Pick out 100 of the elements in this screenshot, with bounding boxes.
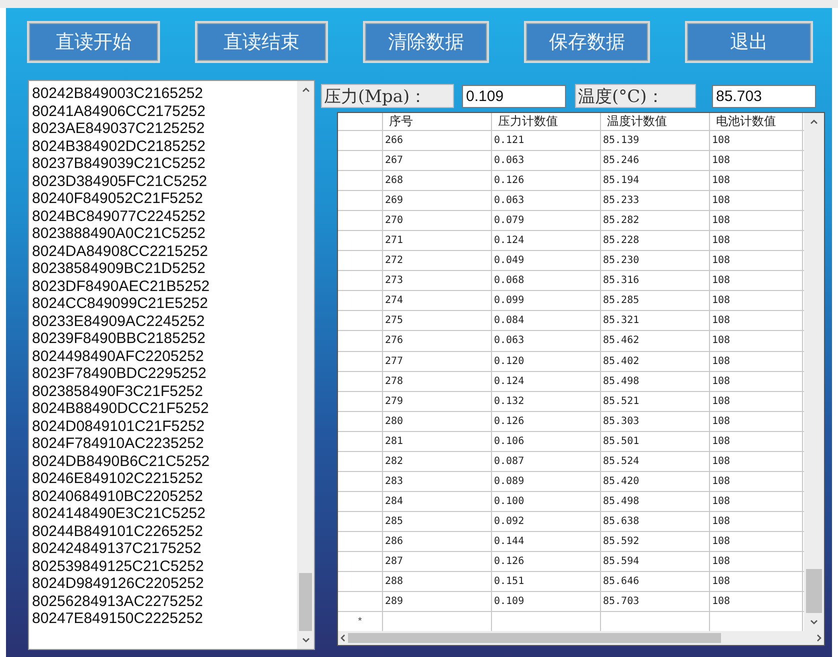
scroll-thumb[interactable]	[348, 633, 721, 643]
scroll-thumb[interactable]	[299, 573, 312, 631]
table-cell: 108	[710, 552, 803, 572]
table-cell: 289	[383, 592, 492, 612]
toolbar-button[interactable]: 清除数据	[363, 21, 489, 63]
list-item[interactable]: 80246E849102C2215252	[32, 470, 297, 488]
scrollbar[interactable]	[804, 113, 824, 631]
list-item[interactable]: 8024B384902DC2185252	[32, 138, 297, 155]
table-cell: 108	[710, 412, 803, 431]
list-item[interactable]: 8024D9849126C2205252	[32, 575, 297, 592]
list-item[interactable]: 80239F8490BBC2185252	[32, 330, 297, 348]
list-item[interactable]: 80233E84909AC2245252	[32, 312, 297, 330]
scroll-thumb[interactable]	[806, 569, 822, 613]
table-cell: 108	[710, 271, 803, 290]
table-cell: 285	[383, 512, 492, 531]
toolbar-button[interactable]: 直读结束	[195, 21, 328, 63]
table-cell: 85.228	[601, 231, 710, 250]
table-cell: 85.646	[601, 572, 710, 592]
list-item[interactable]: 80244B849101C2265252	[32, 522, 297, 540]
table-cell: 284	[383, 492, 492, 511]
list-item[interactable]: 8023F78490BDC2295252	[32, 365, 297, 382]
list-item[interactable]: 8024F784910AC2235252	[32, 435, 297, 452]
table-cell: 85.498	[601, 492, 710, 511]
list-item[interactable]: 80247E849150C2225252	[32, 610, 297, 628]
table-cell: 108	[710, 191, 803, 210]
table-cell: 85.462	[601, 331, 710, 351]
column-header[interactable]: 压力计数值	[492, 113, 601, 130]
table-cell: 271	[383, 231, 492, 250]
list-item[interactable]: 8024B88490DCC21F5252	[32, 400, 297, 418]
table-cell: 108	[710, 211, 803, 230]
table-cell: 108	[710, 472, 803, 491]
table-cell: 0.100	[492, 492, 601, 511]
table-cell: 108	[710, 532, 803, 551]
list-item[interactable]: 8024DB8490B6C21C5252	[32, 452, 297, 470]
temperature-field[interactable]: 85.703	[712, 84, 816, 108]
list-item[interactable]: 80238584909BC21D5252	[32, 260, 297, 278]
table-cell: 108	[710, 452, 803, 471]
column-header[interactable]: 序号	[383, 113, 492, 130]
column-header[interactable]: 电池计数值	[710, 113, 803, 130]
table-cell: 0.084	[492, 311, 601, 330]
scrollbar[interactable]	[338, 631, 824, 645]
list-item[interactable]: 8024BC849077C2245252	[32, 208, 297, 225]
table-cell: 108	[710, 392, 803, 411]
table-cell: 0.124	[492, 372, 601, 391]
table-cell: 0.049	[492, 251, 601, 270]
list-item[interactable]: 80242B849003C2165252	[32, 85, 297, 102]
table-cell: 0.126	[492, 552, 601, 572]
table-cell: 108	[710, 331, 803, 351]
scroll-down-icon[interactable]	[300, 635, 310, 645]
list-item[interactable]: 8023DF8490AEC21B5252	[32, 278, 297, 295]
table-cell: 108	[710, 432, 803, 451]
list-item[interactable]: 80240684910BC2205252	[32, 488, 297, 505]
scroll-left-icon[interactable]	[338, 633, 348, 643]
table-cell: 0.063	[492, 191, 601, 210]
table-cell: 276	[383, 331, 492, 351]
list-item[interactable]: 80241A84906CC2175252	[32, 102, 297, 120]
table-cell: 0.099	[492, 291, 601, 310]
table-cell: 85.321	[601, 311, 710, 330]
table-cell: 85.282	[601, 211, 710, 230]
list-item[interactable]: 8023888490A0C21C5252	[32, 225, 297, 242]
column-header[interactable]: 温度计数值	[601, 113, 710, 130]
toolbar-button[interactable]: 直读开始	[27, 21, 160, 63]
list-item[interactable]: 80237B849039C21C5252	[32, 155, 297, 172]
table-cell: 108	[710, 311, 803, 330]
toolbar-button[interactable]: 保存数据	[524, 21, 650, 63]
table-cell: 266	[383, 131, 492, 150]
list-item[interactable]: 8023D384905FC21C5252	[32, 172, 297, 190]
table-cell: 85.498	[601, 372, 710, 391]
table-cell: 288	[383, 572, 492, 592]
table-cell: 108	[710, 592, 803, 612]
table-cell: 281	[383, 432, 492, 451]
toolbar-button[interactable]: 退出	[685, 21, 813, 63]
table-cell: 0.106	[492, 432, 601, 451]
table-cell: 280	[383, 412, 492, 431]
table-cell: 0.087	[492, 452, 601, 471]
scrollbar[interactable]	[297, 81, 314, 649]
pressure-label: 压力(Mpa)：	[321, 84, 454, 108]
list-item[interactable]: 80256284913AC2275252	[32, 592, 297, 610]
pressure-field[interactable]: 0.109	[462, 84, 566, 108]
table-cell: 108	[710, 171, 803, 190]
scroll-down-icon[interactable]	[809, 617, 819, 627]
table-cell: 0.132	[492, 392, 601, 411]
table-cell: 0.079	[492, 211, 601, 230]
table-cell: 277	[383, 352, 492, 371]
scroll-right-icon[interactable]	[814, 633, 824, 643]
list-item[interactable]: 802539849125C21C5252	[32, 558, 297, 575]
list-item[interactable]: 8024CC849099C21E5252	[32, 295, 297, 312]
list-item[interactable]: 8023AE849037C2125252	[32, 120, 297, 138]
list-item[interactable]: 8024DA84908CC2215252	[32, 242, 297, 260]
list-item[interactable]: 8024148490E3C21C5252	[32, 505, 297, 522]
list-item[interactable]: 802424849137C2175252	[32, 540, 297, 558]
list-item[interactable]: 8024498490AFC2205252	[32, 348, 297, 365]
list-item[interactable]: 8024D0849101C21F5252	[32, 418, 297, 435]
table-cell: 85.139	[601, 131, 710, 150]
list-item[interactable]: 80240F849052C21F5252	[32, 190, 297, 208]
table-cell: 275	[383, 311, 492, 330]
table-cell: 0.089	[492, 472, 601, 491]
table-cell: 108	[710, 231, 803, 250]
list-item[interactable]: 8023858490F3C21F5252	[32, 382, 297, 400]
table-cell: 282	[383, 452, 492, 471]
